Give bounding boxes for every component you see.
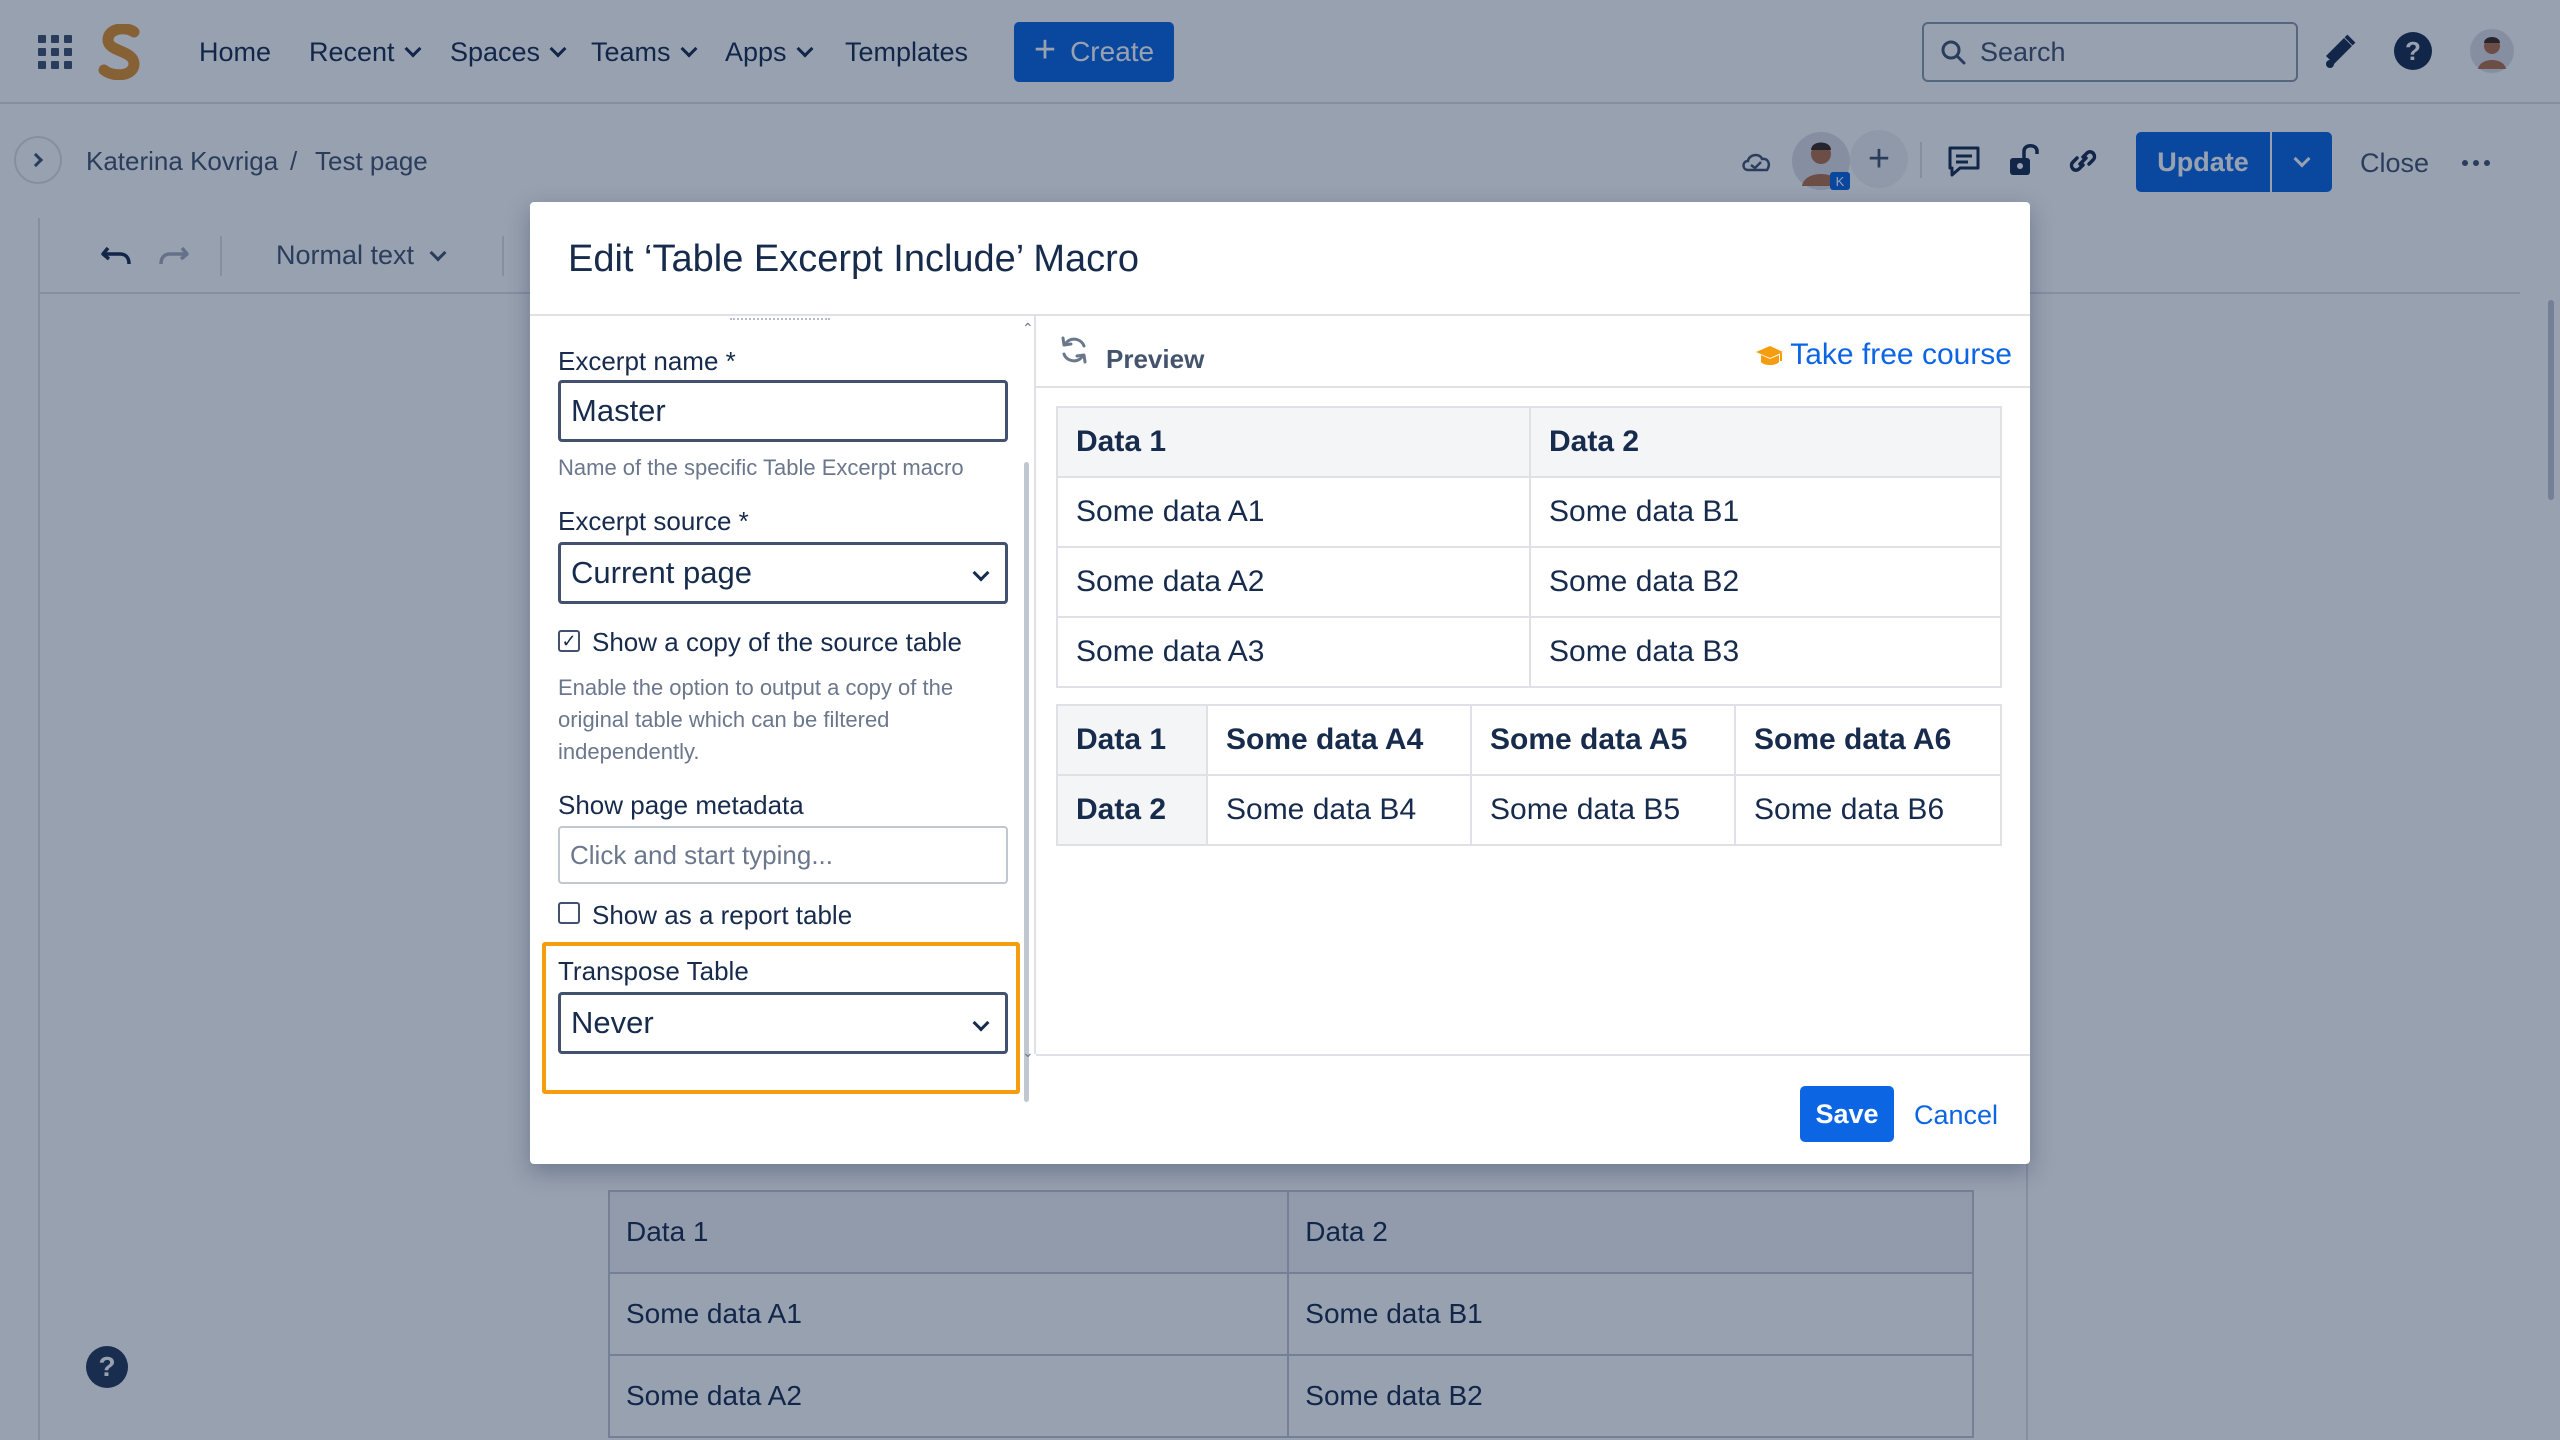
report-table-checkbox[interactable]	[558, 902, 580, 924]
checkmark-icon: ✓	[561, 631, 577, 651]
table-row: Some data A2 Some data B2	[1056, 546, 2002, 618]
table-header-cell: Data 1	[1056, 406, 1531, 478]
excerpt-source-select[interactable]: Current page	[558, 542, 1008, 604]
show-copy-help: Enable the option to output a copy of th…	[558, 675, 954, 764]
table-cell: Some data B3	[1529, 616, 2002, 688]
table-cell: Some data B4	[1206, 774, 1472, 846]
chevron-down-icon	[972, 1014, 990, 1032]
table-header-cell: Data 2	[1056, 774, 1208, 846]
table-cell: Some data B1	[1529, 476, 2002, 548]
preview-table: Data 1 Data 2 Some data A1 Some data B1 …	[1056, 406, 2002, 688]
refresh-icon[interactable]	[1058, 334, 1090, 366]
table-row: Data 1 Data 2	[1056, 406, 2002, 478]
cancel-button[interactable]: Cancel	[1914, 1100, 1998, 1131]
excerpt-source-label: Excerpt source *	[558, 506, 749, 536]
show-copy-label[interactable]: Show a copy of the source table	[592, 627, 962, 658]
table-cell: Some data A6	[1734, 704, 2002, 776]
page-metadata-input[interactable]: Click and start typing...	[558, 826, 1008, 884]
divider	[1036, 1054, 2030, 1056]
graduation-cap-icon	[1756, 346, 1784, 365]
table-header-cell: Data 1	[1056, 704, 1208, 776]
table-cell: Some data A1	[1056, 476, 1531, 548]
macro-edit-dialog: Edit ‘Table Excerpt Include’ Macro Excer…	[530, 202, 2030, 1164]
excerpt-name-label: Excerpt name *	[558, 346, 736, 376]
preview-panel: Preview Take free course Data 1 Data 2 S…	[1036, 316, 2030, 1054]
table-cell: Some data A2	[1056, 546, 1531, 618]
transpose-table-label: Transpose Table	[558, 956, 749, 986]
preview-copy-table: Data 1 Some data A4 Some data A5 Some da…	[1056, 704, 2002, 846]
table-cell: Some data B6	[1734, 774, 2002, 846]
show-copy-checkbox[interactable]: ✓	[558, 630, 580, 652]
form-scrollbar[interactable]	[1024, 462, 1029, 1102]
table-cell: Some data B2	[1529, 546, 2002, 618]
table-cell: Some data A5	[1470, 704, 1736, 776]
transpose-table-select[interactable]: Never	[558, 992, 1008, 1054]
scroll-up-icon[interactable]: ⌃	[1022, 320, 1034, 337]
table-row: Data 2 Some data B4 Some data B5 Some da…	[1056, 774, 2002, 846]
excerpt-name-field[interactable]: Master	[558, 380, 1008, 442]
chevron-down-icon	[972, 564, 990, 582]
table-row: Some data A1 Some data B1	[1056, 476, 2002, 548]
table-row: Data 1 Some data A4 Some data A5 Some da…	[1056, 704, 2002, 776]
excerpt-name-help: Name of the specific Table Excerpt macro	[558, 455, 964, 480]
table-cell: Some data A3	[1056, 616, 1531, 688]
table-cell: Some data A4	[1206, 704, 1472, 776]
table-cell: Some data B5	[1470, 774, 1736, 846]
page-metadata-label: Show page metadata	[558, 790, 804, 820]
report-table-label[interactable]: Show as a report table	[592, 900, 852, 931]
save-button[interactable]: Save	[1800, 1086, 1894, 1142]
table-header-cell: Data 2	[1529, 406, 2002, 478]
clipped-content	[730, 316, 830, 320]
take-free-course-link[interactable]: Take free course	[1754, 338, 2012, 372]
preview-label: Preview	[1106, 344, 1205, 374]
table-row: Some data A3 Some data B3	[1056, 616, 2002, 688]
dialog-title: Edit ‘Table Excerpt Include’ Macro	[568, 238, 1139, 280]
scroll-down-icon[interactable]: ⌄	[1022, 1044, 1034, 1061]
preview-header: Preview Take free course	[1036, 316, 2030, 388]
